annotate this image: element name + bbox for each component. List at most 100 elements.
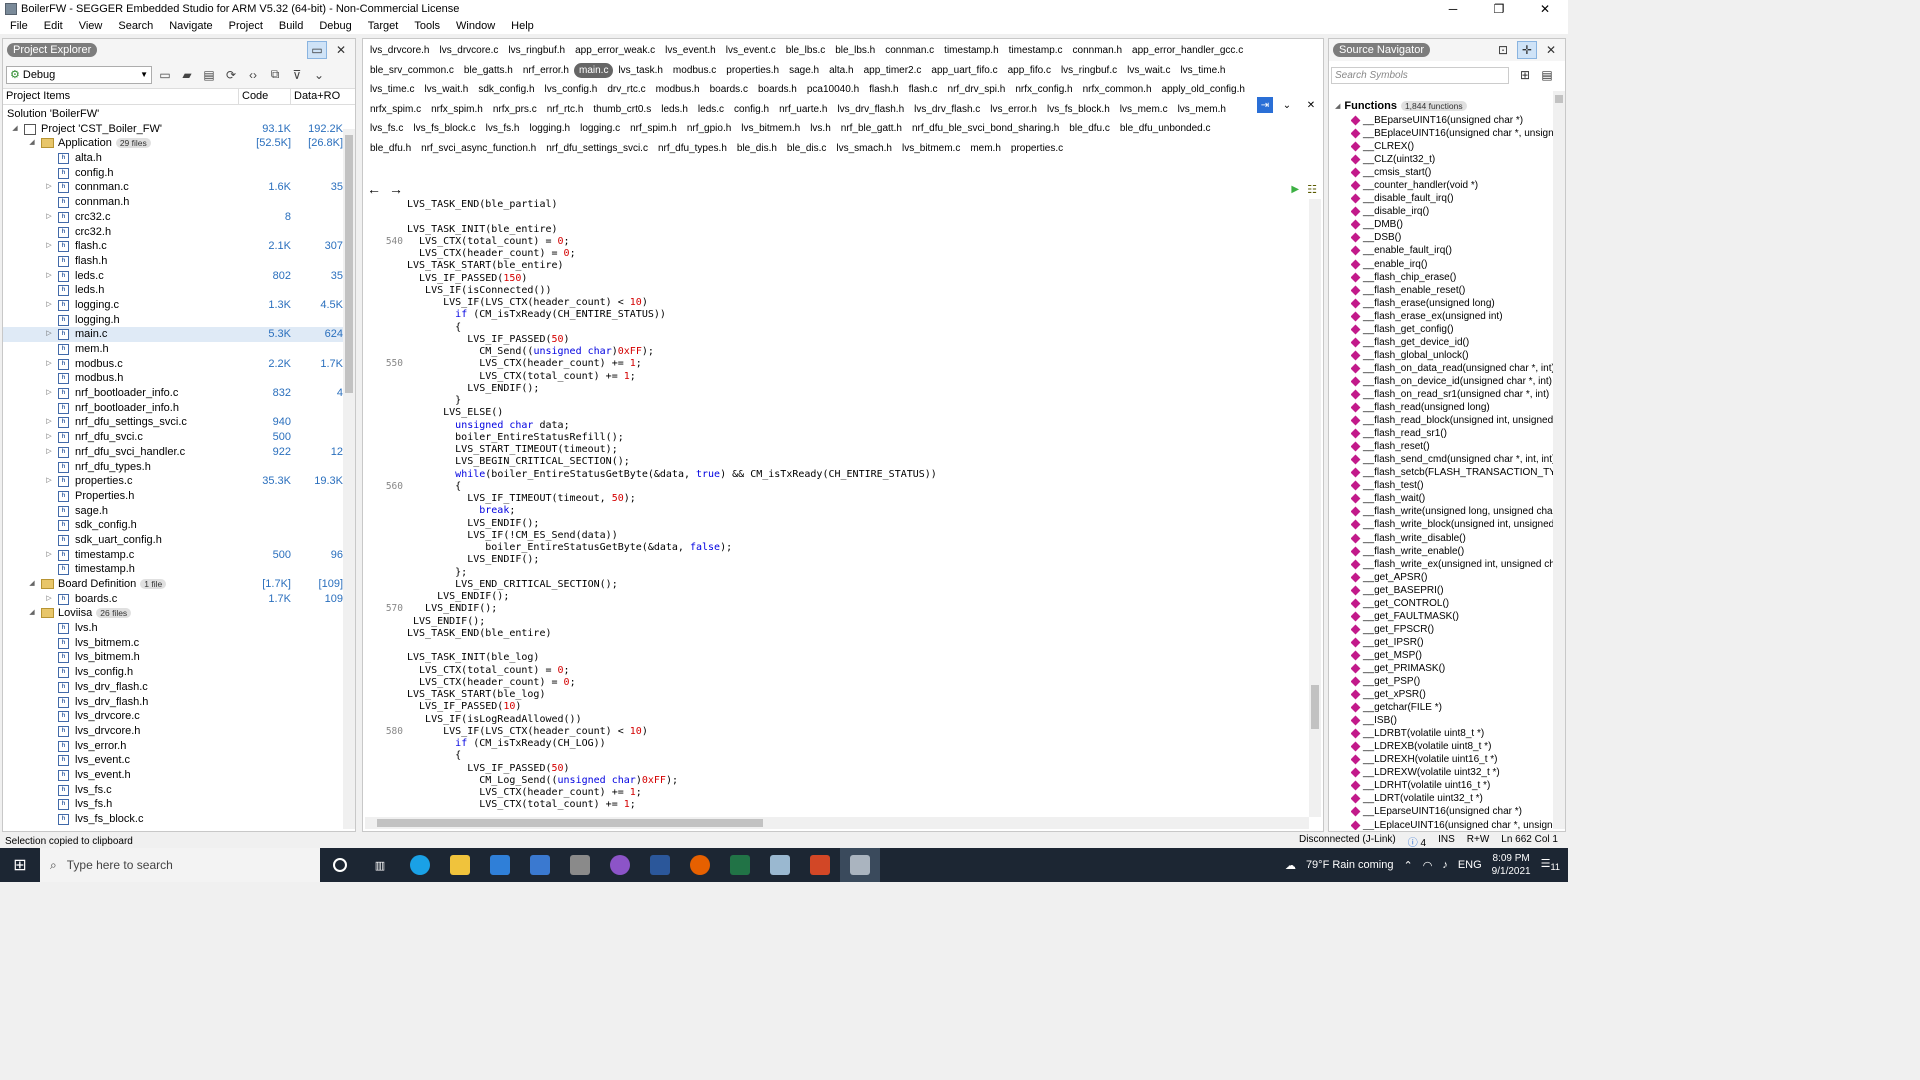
- tree-row[interactable]: h lvs_bitmem.c: [3, 636, 343, 651]
- language-indicator[interactable]: ENG: [1458, 859, 1482, 871]
- editor-tab[interactable]: modbus.h: [651, 80, 705, 100]
- tree-row[interactable]: ◢ Board Definition 1 file [1.7K] [109]: [3, 577, 343, 592]
- collapse-icon[interactable]: ◢: [27, 136, 37, 151]
- tree-row[interactable]: Solution 'BoilerFW': [3, 107, 343, 122]
- tree-row[interactable]: h modbus.h: [3, 371, 343, 386]
- sort-icon[interactable]: ▤: [1537, 66, 1557, 84]
- editor-tab[interactable]: ble_lbs.c: [781, 41, 830, 61]
- tree-row[interactable]: h lvs_event.h: [3, 768, 343, 783]
- search-option-icon[interactable]: ⊞: [1515, 66, 1535, 84]
- editor-tab[interactable]: sage.h: [784, 61, 824, 81]
- editor-tab[interactable]: lvs_fs_block.h: [1042, 100, 1115, 120]
- editor-tab[interactable]: lvs_wait.h: [419, 80, 473, 100]
- editor-hscroll[interactable]: [365, 817, 1309, 829]
- tree-row[interactable]: ▷ h nrf_dfu_settings_svci.c 940: [3, 415, 343, 430]
- chevron-down-icon[interactable]: ⌄: [1279, 97, 1295, 113]
- tree-row[interactable]: h sage.h: [3, 504, 343, 519]
- function-item[interactable]: __BEparseUINT16(unsigned char *): [1351, 114, 1555, 127]
- function-item[interactable]: __get_FAULTMASK(): [1351, 610, 1555, 623]
- function-item[interactable]: __CLZ(uint32_t): [1351, 153, 1555, 166]
- function-item[interactable]: __BEplaceUINT16(unsigned char *, unsigne…: [1351, 127, 1555, 140]
- editor-tab[interactable]: nrf_rtc.h: [542, 100, 589, 120]
- expand-icon[interactable]: ▷: [44, 210, 54, 225]
- expand-icon[interactable]: ▷: [44, 592, 54, 607]
- function-item[interactable]: __flash_get_config(): [1351, 323, 1555, 336]
- copy-icon[interactable]: ⧉: [266, 66, 284, 84]
- column-code[interactable]: Code: [239, 89, 291, 104]
- tree-row[interactable]: h lvs_drvcore.c: [3, 709, 343, 724]
- tree-row[interactable]: ▷ h modbus.c 2.2K 1.7K: [3, 357, 343, 372]
- editor-vscroll-thumb[interactable]: [1311, 685, 1319, 729]
- expand-icon[interactable]: ▷: [44, 298, 54, 313]
- editor-tab[interactable]: lvs_drvcore.h: [365, 41, 434, 61]
- tree-row[interactable]: h config.h: [3, 166, 343, 181]
- properties-icon[interactable]: ▤: [200, 66, 218, 84]
- function-item[interactable]: __flash_write_block(unsigned int, unsign…: [1351, 518, 1555, 531]
- tree-row[interactable]: h nrf_dfu_types.h: [3, 460, 343, 475]
- function-item[interactable]: __get_xPSR(): [1351, 688, 1555, 701]
- editor-tab[interactable]: nrfx_spim.c: [365, 100, 426, 120]
- close-button[interactable]: ✕: [1522, 0, 1568, 18]
- weather-text[interactable]: 79°F Rain coming: [1306, 859, 1394, 871]
- editor-tab[interactable]: ble_dfu_unbonded.c: [1115, 119, 1216, 139]
- start-icon[interactable]: ⊞: [0, 848, 40, 882]
- network-icon[interactable]: ◠: [1423, 859, 1433, 872]
- chevron-up-icon[interactable]: ⌃: [1404, 859, 1413, 872]
- editor-tab[interactable]: ble_lbs.h: [830, 41, 880, 61]
- tree-row[interactable]: h mem.h: [3, 342, 343, 357]
- excel-icon[interactable]: [720, 848, 760, 882]
- tree-row[interactable]: h sdk_uart_config.h: [3, 533, 343, 548]
- editor-tab[interactable]: flash.c: [904, 80, 943, 100]
- project-scrollbar-thumb[interactable]: [345, 135, 353, 393]
- cortana-icon[interactable]: [320, 848, 360, 882]
- tree-row[interactable]: h flash.h: [3, 254, 343, 269]
- function-item[interactable]: __LDRBT(volatile uint8_t *): [1351, 727, 1555, 740]
- editor-tab[interactable]: logging.h: [525, 119, 576, 139]
- editor-tab[interactable]: logging.c: [575, 119, 625, 139]
- build-config-select[interactable]: ⚙ Debug ▼: [6, 65, 152, 84]
- tree-row[interactable]: ▷ h leds.c 802 35: [3, 269, 343, 284]
- function-item[interactable]: __LDREXW(volatile uint32_t *): [1351, 766, 1555, 779]
- tree-row[interactable]: ▷ h nrf_bootloader_info.c 832 4: [3, 386, 343, 401]
- tree-row[interactable]: ▷ h crc32.c 8: [3, 210, 343, 225]
- menu-item[interactable]: Tools: [406, 20, 448, 32]
- mail-icon[interactable]: [480, 848, 520, 882]
- tree-row[interactable]: h alta.h: [3, 151, 343, 166]
- expand-icon[interactable]: ▷: [44, 327, 54, 342]
- editor-tab[interactable]: mem.h: [965, 139, 1006, 159]
- function-item[interactable]: __flash_send_cmd(unsigned char *, int, i…: [1351, 453, 1555, 466]
- powerpoint-icon[interactable]: [800, 848, 840, 882]
- expand-icon[interactable]: ▷: [44, 180, 54, 195]
- editor-tab[interactable]: nrfx_spim.h: [426, 100, 488, 120]
- editor-tab[interactable]: lvs_task.h: [613, 61, 667, 81]
- tab-list-icon[interactable]: ⇥: [1257, 97, 1273, 113]
- function-item[interactable]: __flash_on_device_id(unsigned char *, in…: [1351, 375, 1555, 388]
- function-item[interactable]: __getchar(FILE *): [1351, 701, 1555, 714]
- expand-icon[interactable]: ▷: [44, 357, 54, 372]
- tree-row[interactable]: ▷ h nrf_dfu_svci_handler.c 922 12: [3, 445, 343, 460]
- editor-tab[interactable]: pca10040.h: [802, 80, 864, 100]
- editor-tab[interactable]: ble_dfu.c: [1064, 119, 1115, 139]
- editor-tab[interactable]: app_fifo.c: [1003, 61, 1056, 81]
- segger-taskbar-icon[interactable]: [840, 848, 880, 882]
- function-item[interactable]: __flash_get_device_id(): [1351, 336, 1555, 349]
- window-icon[interactable]: ▭: [156, 66, 174, 84]
- editor-tab[interactable]: nrf_dfu_settings_svci.c: [541, 139, 653, 159]
- editor-tab[interactable]: lvs_mem.h: [1173, 100, 1231, 120]
- collapse-icon[interactable]: ◢: [10, 122, 20, 137]
- editor-tab[interactable]: lvs_bitmem.c: [897, 139, 965, 159]
- error-count[interactable]: ⓘ 4: [1408, 834, 1426, 849]
- function-item[interactable]: __LDREXB(volatile uint8_t *): [1351, 740, 1555, 753]
- editor-tab[interactable]: lvs_config.h: [540, 80, 603, 100]
- collapse-icon[interactable]: ◢: [27, 577, 37, 592]
- tree-row[interactable]: h lvs_error.h: [3, 739, 343, 754]
- editor-tab[interactable]: ble_dis.c: [782, 139, 831, 159]
- editor-tab[interactable]: nrf_spim.h: [625, 119, 682, 139]
- file-explorer-icon[interactable]: [440, 848, 480, 882]
- editor-tab[interactable]: lvs_time.h: [1175, 61, 1230, 81]
- code-area[interactable]: LVS_TASK_END(ble_partial) LVS_TASK_INIT(b…: [363, 199, 1309, 817]
- weather-icon[interactable]: ☁: [1285, 859, 1296, 872]
- menu-item[interactable]: Help: [503, 20, 542, 32]
- editor-tab[interactable]: boards.h: [753, 80, 802, 100]
- maximize-pane-icon[interactable]: ▭: [307, 41, 327, 59]
